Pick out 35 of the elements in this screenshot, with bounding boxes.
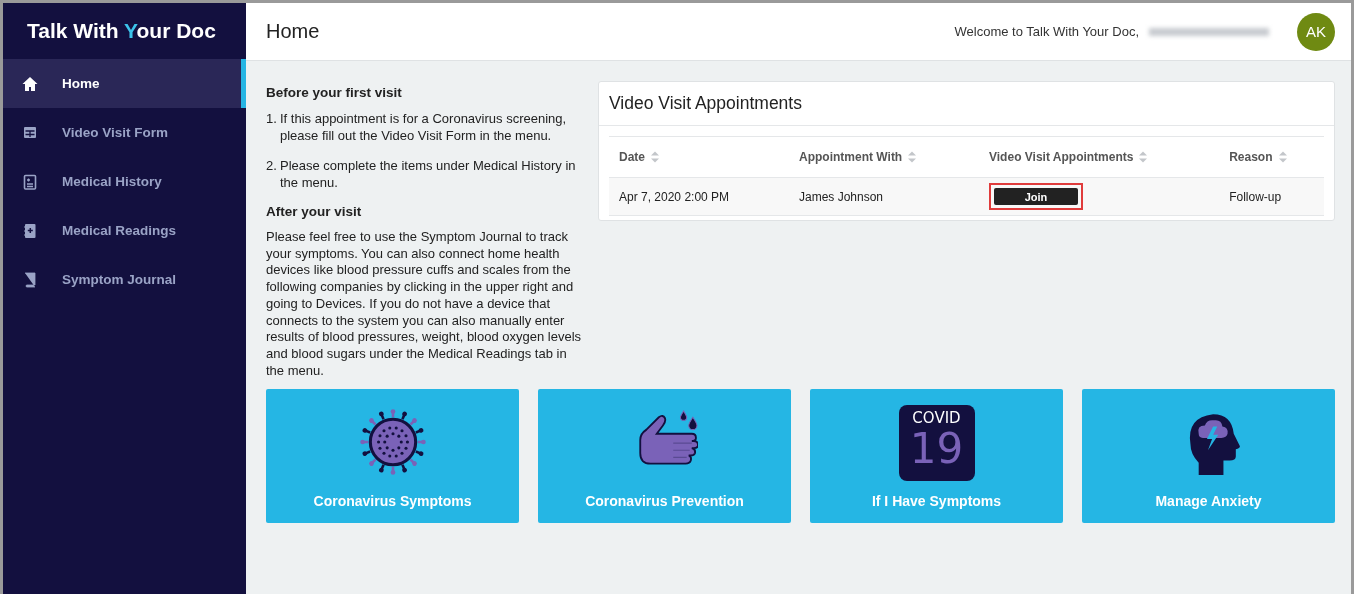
sidebar-item[interactable]: Medical History bbox=[3, 157, 246, 206]
covid-badge-icon: COVID 19 bbox=[898, 405, 975, 482]
page-title: Home bbox=[266, 20, 320, 43]
table-cell: Follow-up bbox=[1229, 189, 1282, 204]
sidebar-item[interactable]: Video Visit Form bbox=[3, 108, 246, 157]
section-heading: After your visit bbox=[266, 204, 363, 219]
sidebar-item[interactable]: Medical Readings bbox=[3, 206, 246, 255]
sort-icon bbox=[650, 150, 660, 164]
sort-icon bbox=[1138, 150, 1149, 164]
clipboard-icon bbox=[22, 173, 38, 190]
home-icon bbox=[22, 75, 38, 92]
welcome-text: Welcome to Talk With Your Doc, bbox=[954, 24, 1139, 39]
table-icon bbox=[22, 124, 38, 141]
paragraph: Please feel free to use the Symptom Journal to track your symptoms. You can also connect home health devices like blood pressure cuffs and scales from the following companies by clicking in the upper right and going to Devices. If you do not have a device that connects to the system you can also manually enter results of blood pressures, weight, blood oxygen levels and blood sugars under the Medical Readings tab in the menu. bbox=[266, 229, 583, 380]
user-avatar[interactable]: AK bbox=[1297, 12, 1335, 51]
table-cell: Apr 7, 2020 2:00 PM bbox=[619, 189, 730, 204]
book-icon bbox=[22, 271, 38, 288]
virus-icon bbox=[359, 409, 426, 476]
instruction-item: 2. Please complete the items under Medical History in the menu. bbox=[266, 157, 577, 191]
sidebar-item[interactable]: Home bbox=[3, 59, 246, 108]
instruction-item: 1. If this appointment is for a Coronavirus screening, please fill out the Video Visit Form in the menu. bbox=[266, 110, 568, 144]
table-cell: James Johnson bbox=[799, 189, 884, 204]
card-title: Video Visit Appointments bbox=[599, 82, 1334, 126]
column-header[interactable]: Date bbox=[619, 150, 660, 164]
section-heading: Before your first visit bbox=[266, 85, 403, 100]
tile-button[interactable]: COVID 19 If I Have Symptoms bbox=[810, 389, 1063, 524]
column-header[interactable]: Reason bbox=[1229, 150, 1288, 164]
notebook-icon bbox=[22, 222, 38, 239]
sort-icon bbox=[1277, 150, 1288, 164]
join-button[interactable]: Join bbox=[994, 188, 1078, 205]
sort-icon bbox=[907, 150, 918, 164]
column-header[interactable]: Video Visit Appointments bbox=[989, 150, 1149, 164]
column-header[interactable]: Appointment With bbox=[799, 150, 918, 164]
logo: Talk With Your Doc bbox=[26, 18, 217, 44]
sidebar-item[interactable]: Symptom Journal bbox=[3, 255, 246, 304]
